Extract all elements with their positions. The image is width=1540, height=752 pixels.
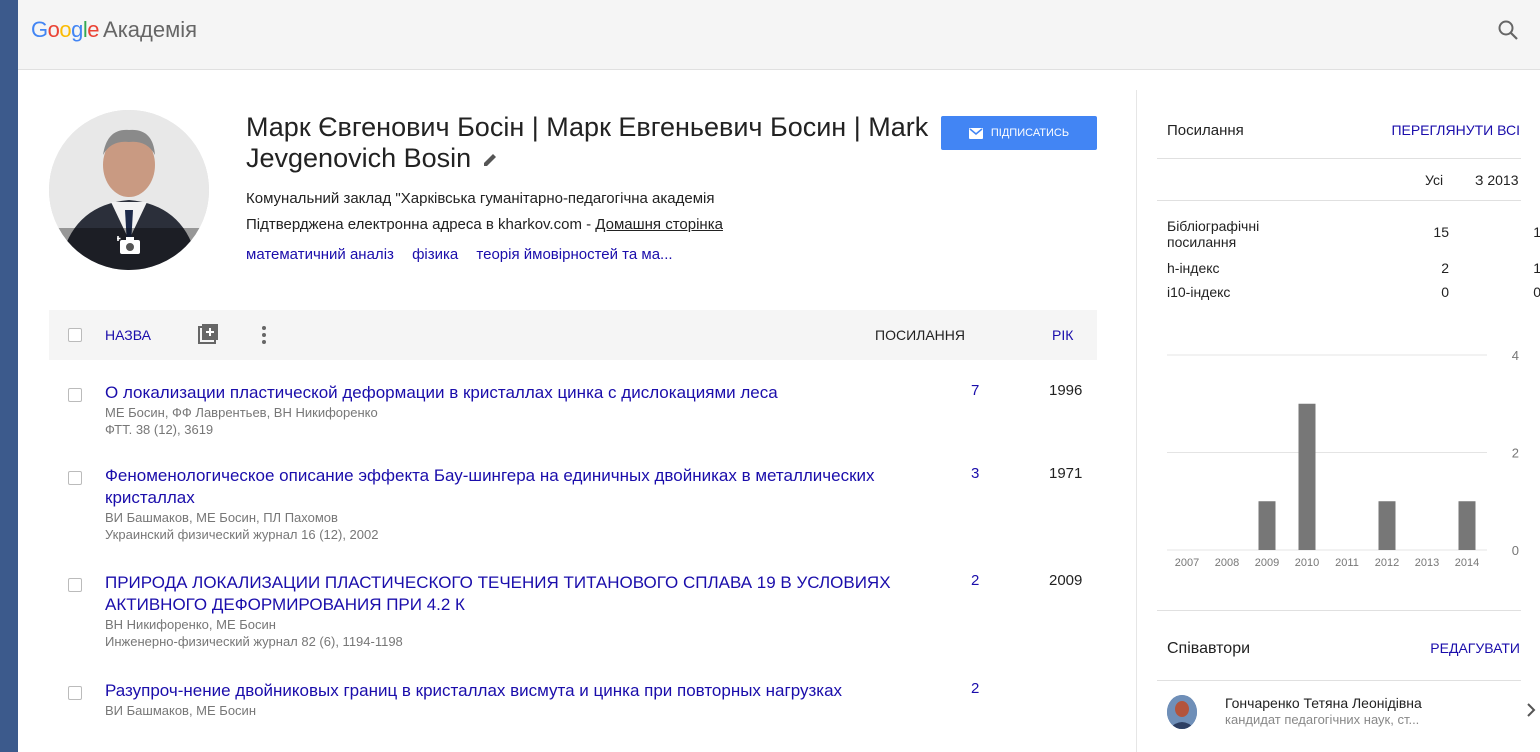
chart-bar[interactable] bbox=[1258, 501, 1276, 550]
citations-title: Посилання bbox=[1167, 122, 1244, 139]
interest-link[interactable]: математичний аналіз bbox=[246, 246, 394, 263]
research-interests: математичний аналіз фізика теорія ймовір… bbox=[246, 246, 687, 263]
article-authors: ВН Никифоренко, МЕ Босин bbox=[105, 617, 276, 632]
article-checkbox[interactable] bbox=[68, 578, 82, 592]
chart-y-tick-label: 2 bbox=[1512, 446, 1519, 461]
h-index-all-value: 2 bbox=[1441, 260, 1449, 276]
article-title-link[interactable]: ПРИРОДА ЛОКАЛИЗАЦИИ ПЛАСТИЧЕСКОГО ТЕЧЕНИ… bbox=[105, 572, 905, 616]
chart-x-tick-label: 2008 bbox=[1215, 557, 1239, 569]
h-index-since-value: 1 bbox=[1533, 260, 1540, 276]
coauthor-avatar bbox=[1167, 695, 1197, 729]
verified-email: Підтверджена електронна адреса в kharkov… bbox=[246, 216, 723, 233]
interest-link[interactable]: фізика bbox=[412, 246, 458, 263]
chart-x-tick-label: 2012 bbox=[1375, 557, 1399, 569]
scholar-page: Google Академія Марк Євгенович Босін | Ма… bbox=[18, 0, 1540, 752]
chart-y-tick-label: 4 bbox=[1512, 348, 1519, 363]
coauthor-name: Гончаренко Тетяна Леонідівна bbox=[1225, 695, 1422, 711]
google-logo-text: Google bbox=[31, 17, 100, 42]
article-venue: ФТТ. 38 (12), 3619 bbox=[105, 422, 214, 437]
i10-index-since-value: 0 bbox=[1533, 284, 1540, 300]
divider bbox=[1157, 200, 1521, 201]
homepage-link[interactable]: Домашня сторінка bbox=[595, 216, 723, 233]
more-vert-icon[interactable] bbox=[259, 324, 269, 346]
affiliation: Комунальний заклад "Харківська гуманітар… bbox=[246, 190, 715, 207]
coauthor-item[interactable]: Гончаренко Тетяна Леонідівна кандидат пе… bbox=[1157, 685, 1537, 740]
interest-link[interactable]: теорія ймовірностей та ма... bbox=[476, 246, 672, 263]
article-authors: ВИ Башмаков, МЕ Босин bbox=[105, 703, 256, 718]
chart-x-tick-label: 2011 bbox=[1335, 557, 1359, 569]
divider bbox=[1157, 158, 1521, 159]
change-photo-icon[interactable] bbox=[117, 234, 143, 256]
article-authors: ВИ Башмаков, МЕ Босин, ПЛ Пахомов bbox=[105, 510, 338, 525]
cited-by-header[interactable]: ПОСИЛАННЯ bbox=[875, 327, 965, 343]
chart-x-tick-label: 2010 bbox=[1295, 557, 1319, 569]
edit-pencil-icon[interactable] bbox=[481, 151, 499, 169]
profile-name: Марк Євгенович Босін | Марк Евгеньевич Б… bbox=[246, 112, 936, 174]
article-venue: Инженерно-физический журнал 82 (6), 1194… bbox=[105, 634, 403, 649]
chart-x-tick-label: 2007 bbox=[1175, 557, 1199, 569]
article-year: 1996 bbox=[1049, 382, 1083, 399]
article-title: О локализации пластической деформации в … bbox=[105, 382, 905, 438]
profile-name-text: Марк Євгенович Босін | Марк Евгеньевич Б… bbox=[246, 112, 929, 173]
coauthors-title: Співавтори bbox=[1167, 640, 1251, 657]
article-title-link[interactable]: Разупроч-нение двойниковых границ в крис… bbox=[105, 680, 905, 702]
add-article-icon[interactable] bbox=[198, 323, 220, 345]
chart-y-tick-label: 0 bbox=[1512, 543, 1519, 558]
chevron-right-icon bbox=[1527, 703, 1536, 717]
divider bbox=[1157, 680, 1521, 681]
sort-by-title-header[interactable]: НАЗВА bbox=[105, 327, 151, 343]
follow-button[interactable]: ПІДПИСАТИСЬ bbox=[941, 116, 1097, 150]
i10-index-label[interactable]: i10-індекс bbox=[1167, 284, 1230, 300]
article-citations[interactable]: 2 bbox=[971, 680, 991, 697]
product-name: Академія bbox=[103, 17, 198, 42]
article-title: Феноменологическое описание эффекта Бау-… bbox=[105, 465, 905, 543]
article-year: 2009 bbox=[1049, 572, 1083, 589]
chart-bar[interactable] bbox=[1458, 501, 1476, 550]
search-icon[interactable] bbox=[1496, 18, 1520, 42]
citations-all-value: 15 bbox=[1433, 224, 1449, 240]
article-venue: Украинский физический журнал 16 (12), 20… bbox=[105, 527, 379, 542]
chart-bar[interactable] bbox=[1378, 501, 1396, 550]
profile-avatar[interactable] bbox=[49, 110, 209, 270]
chart-bar[interactable] bbox=[1298, 403, 1316, 550]
article-title-link[interactable]: Феноменологическое описание эффекта Бау-… bbox=[105, 465, 905, 509]
citations-since-value: 1 bbox=[1533, 224, 1540, 240]
article-title-link[interactable]: О локализации пластической деформации в … bbox=[105, 382, 905, 404]
article-title: ПРИРОДА ЛОКАЛИЗАЦИИ ПЛАСТИЧЕСКОГО ТЕЧЕНИ… bbox=[105, 572, 905, 650]
divider bbox=[1157, 610, 1521, 611]
chart-x-tick-label: 2014 bbox=[1455, 557, 1479, 569]
citations-per-year-chart: 4 2 0 2007 2008 2009 2010 2011 2012 2013 2014 bbox=[1167, 348, 1519, 569]
view-all-link[interactable]: ПЕРЕГЛЯНУТИ ВСІ bbox=[1391, 122, 1520, 138]
google-scholar-logo[interactable]: Google Академія bbox=[31, 17, 197, 43]
chart-x-tick-label: 2009 bbox=[1255, 557, 1279, 569]
mail-icon bbox=[968, 127, 983, 139]
coauthor-description: кандидат педагогічних наук, ст... bbox=[1225, 712, 1420, 727]
article-title: Разупроч-нение двойниковых границ в крис… bbox=[105, 680, 905, 719]
articles-table-header: НАЗВА ПОСИЛАННЯ РІК bbox=[49, 310, 1097, 360]
article-checkbox[interactable] bbox=[68, 686, 82, 700]
sort-by-year-header[interactable]: РІК bbox=[1052, 327, 1073, 343]
article-citations[interactable]: 7 bbox=[971, 382, 991, 399]
citations-stat-label[interactable]: Бібліографічні посилання bbox=[1167, 218, 1297, 250]
article-checkbox[interactable] bbox=[68, 388, 82, 402]
article-checkbox[interactable] bbox=[68, 471, 82, 485]
follow-label: ПІДПИСАТИСЬ bbox=[990, 127, 1070, 139]
sidebar: Посилання ПЕРЕГЛЯНУТИ ВСІ Усі З 2013 Біб… bbox=[1136, 90, 1540, 752]
top-bar: Google Академія bbox=[18, 0, 1540, 70]
article-year: 1971 bbox=[1049, 465, 1083, 482]
col-all-header: Усі bbox=[1425, 172, 1444, 188]
article-citations[interactable]: 2 bbox=[971, 572, 991, 589]
article-citations[interactable]: 3 bbox=[971, 465, 991, 482]
col-since-header: З 2013 bbox=[1475, 172, 1519, 188]
i10-index-all-value: 0 bbox=[1441, 284, 1449, 300]
select-all-checkbox[interactable] bbox=[68, 328, 82, 342]
chart-x-tick-label: 2013 bbox=[1415, 557, 1439, 569]
coauthors-edit-link[interactable]: РЕДАГУВАТИ bbox=[1430, 640, 1520, 656]
verified-email-text: Підтверджена електронна адреса в kharkov… bbox=[246, 216, 596, 233]
h-index-label[interactable]: h-індекс bbox=[1167, 260, 1220, 276]
article-authors: МЕ Босин, ФФ Лаврентьев, ВН Никифоренко bbox=[105, 405, 378, 420]
